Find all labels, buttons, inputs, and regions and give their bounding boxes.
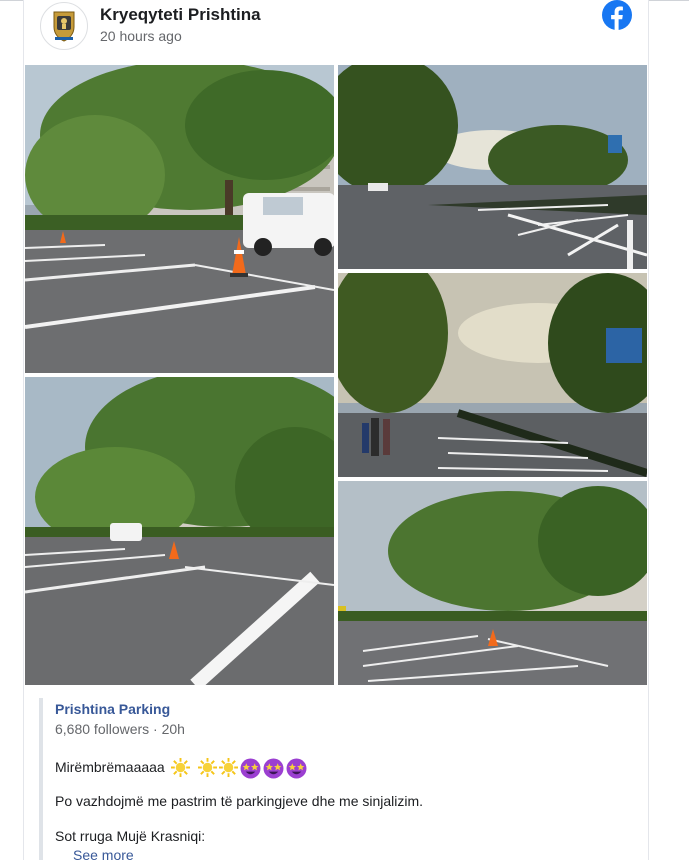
shared-post-border	[39, 698, 43, 860]
post-greeting-line: Mirëmbrëmaaaaa	[55, 758, 307, 779]
see-more-link[interactable]: See more	[73, 847, 134, 860]
shared-page-name[interactable]: Prishtina Parking	[55, 701, 170, 717]
facebook-icon[interactable]	[602, 0, 632, 30]
parking-lot-photo-4[interactable]	[25, 377, 334, 685]
sun-emoji-icon	[170, 758, 190, 777]
author-name[interactable]: Kryeqyteti Prishtina	[100, 5, 261, 25]
post-text-line-2: Sot rruga Mujë Krasniqi:	[55, 828, 206, 844]
star-struck-emoji-icon	[240, 758, 261, 779]
parking-lot-photo-2[interactable]	[338, 65, 647, 269]
parking-lot-photo-3[interactable]	[338, 273, 647, 477]
parking-lot-photo-5[interactable]	[338, 481, 647, 685]
shared-followers: 6,680 followers · 20h	[55, 721, 185, 737]
parking-lot-photo-1[interactable]	[25, 65, 334, 373]
post-text-line-1: Po vazhdojmë me pastrim të parkingjeve d…	[55, 793, 424, 809]
post-time[interactable]: 20 hours ago	[100, 28, 182, 44]
post-greeting: Mirëmbrëmaaaaa	[55, 759, 165, 776]
sun-emoji-icon	[218, 758, 238, 777]
avatar[interactable]	[40, 2, 88, 50]
emoji-row	[170, 758, 307, 779]
star-struck-emoji-icon	[263, 758, 284, 779]
prishtina-crest-icon	[53, 11, 75, 42]
sun-emoji-icon	[197, 758, 217, 777]
post-card: Kryeqyteti Prishtina 20 hours ago Prisht…	[23, 0, 649, 860]
star-struck-emoji-icon	[286, 758, 307, 779]
